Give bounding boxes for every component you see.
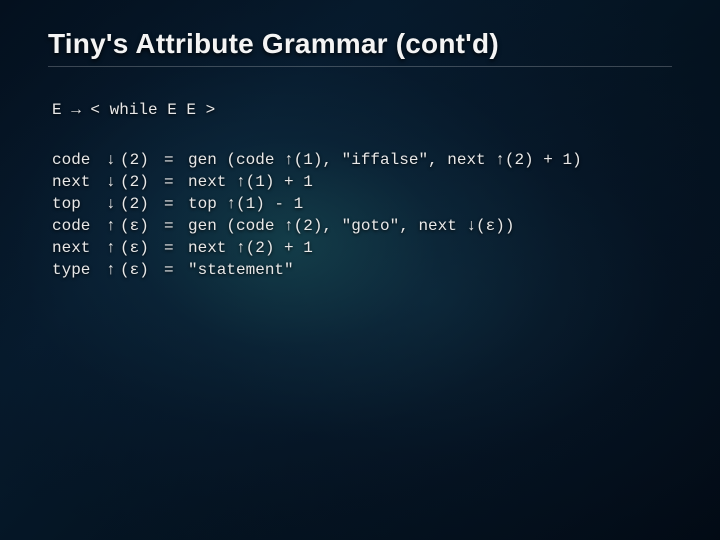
arrow-up-icon: ↑ [106,237,120,259]
attr-name: top [52,193,106,215]
attr-name: next [52,237,106,259]
equals-sign: = [164,259,188,281]
attr-row: type↑(ε)="statement" [52,259,582,281]
attr-index: (ε) [120,237,164,259]
production-rule: E → < while E E > [52,101,672,119]
attr-rhs: gen (code ↑(2), "goto", next ↓(ε)) [188,215,582,237]
attr-row: code↓(2)=gen (code ↑(1), "iffalse", next… [52,149,582,171]
attr-row: next↓(2)=next ↑(1) + 1 [52,171,582,193]
equals-sign: = [164,237,188,259]
equals-sign: = [164,215,188,237]
attr-index: (ε) [120,259,164,281]
attr-row: top↓(2)=top ↑(1) - 1 [52,193,582,215]
attr-rhs: top ↑(1) - 1 [188,193,582,215]
equals-sign: = [164,149,188,171]
arrow-up-icon: ↑ [106,259,120,281]
slide-title: Tiny's Attribute Grammar (cont'd) [48,28,672,60]
equals-sign: = [164,193,188,215]
arrow-down-icon: ↓ [106,171,120,193]
attr-rhs: next ↑(2) + 1 [188,237,582,259]
attribute-table: code↓(2)=gen (code ↑(1), "iffalse", next… [52,149,582,281]
attr-name: code [52,215,106,237]
arrow-down-icon: ↓ [106,193,120,215]
attr-index: (2) [120,171,164,193]
attr-row: code↑(ε)=gen (code ↑(2), "goto", next ↓(… [52,215,582,237]
attr-row: next↑(ε)=next ↑(2) + 1 [52,237,582,259]
attr-name: code [52,149,106,171]
slide: Tiny's Attribute Grammar (cont'd) E → < … [0,0,720,540]
attr-index: (2) [120,149,164,171]
attr-index: (ε) [120,215,164,237]
attr-index: (2) [120,193,164,215]
attr-name: type [52,259,106,281]
arrow-down-icon: ↓ [106,149,120,171]
attr-name: next [52,171,106,193]
arrow-up-icon: ↑ [106,215,120,237]
attr-rhs: "statement" [188,259,582,281]
attr-rhs: gen (code ↑(1), "iffalse", next ↑(2) + 1… [188,149,582,171]
title-rule [48,66,672,67]
attr-rhs: next ↑(1) + 1 [188,171,582,193]
equals-sign: = [164,171,188,193]
